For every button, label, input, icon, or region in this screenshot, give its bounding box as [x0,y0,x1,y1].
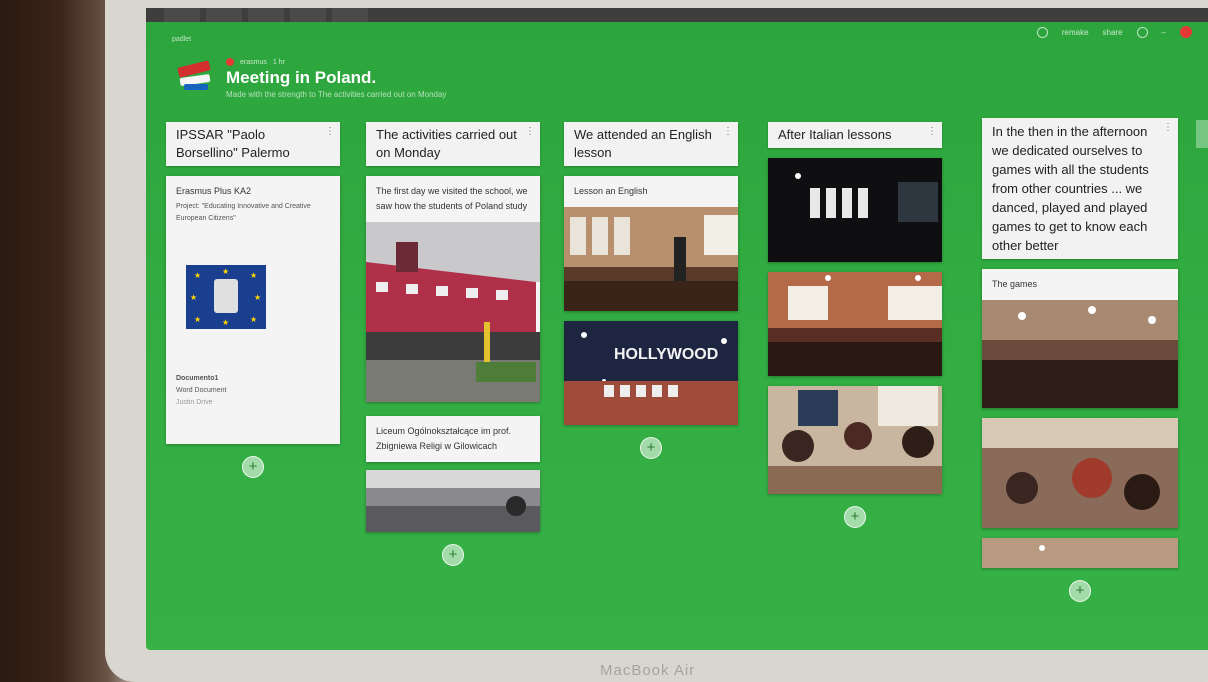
author-avatar [226,58,234,66]
column-title: We attended an English lesson [574,127,712,160]
board-title: Meeting in Poland. [226,68,377,87]
laptop-brand-text: MacBook Air [600,662,696,679]
column-italian-lessons: After Italian lessons ⋮ + [768,122,942,528]
settings-circle-icon[interactable] [1036,26,1048,38]
books-logo-icon [176,58,214,92]
author-time: 1 hr [272,58,285,66]
column-title: After Italian lessons [778,127,892,142]
hall-photo [982,538,1178,568]
horizontal-scroll-handle[interactable] [1196,120,1208,148]
column-title: In the then in the afternoon we dedicate… [992,124,1149,253]
column-english-lesson: We attended an English lesson ⋮ Lesson a… [564,122,738,459]
home-link[interactable]: padlet [172,36,191,43]
column-header[interactable]: In the then in the afternoon we dedicate… [982,118,1178,259]
column-header[interactable]: IPSSAR "Paolo Borsellino" Palermo ⋮ [166,122,340,166]
school-building-photo [366,222,540,402]
browser-tab-strip [146,8,1208,22]
browser-tab[interactable] [332,8,368,22]
post-card[interactable]: The games [982,269,1178,408]
column-afternoon-games: In the then in the afternoon we dedicate… [982,118,1178,602]
avatar[interactable] [1180,26,1192,38]
post-card[interactable]: Lesson an English [564,176,738,311]
column-header[interactable]: After Italian lessons ⋮ [768,122,942,148]
kebab-menu-icon[interactable]: ⋮ [1163,123,1173,133]
post-card[interactable]: Erasmus Plus KA2 Project: "Educating Inn… [166,176,340,444]
add-post-button[interactable]: + [242,456,264,478]
post-card[interactable] [768,386,942,494]
game-photo [982,418,1178,528]
top-toolbar: remake share – [1036,26,1192,38]
post-card[interactable] [366,470,540,532]
card-title: Lesson an English [574,186,648,196]
attachment-name: Documento1 [176,375,219,382]
column-title: IPSSAR "Paolo Borsellino" Palermo [176,127,290,160]
dark-room-photo [768,158,942,262]
kebab-menu-icon[interactable]: ⋮ [525,127,535,137]
gym-photo [366,470,540,532]
add-post-button[interactable]: + [442,544,464,566]
post-card[interactable] [982,538,1178,568]
column-header[interactable]: The activities carried out on Monday ⋮ [366,122,540,166]
sign-text: HOLLYWOOD [614,346,718,363]
post-card[interactable]: HOLLYWOOD [564,321,738,425]
post-card[interactable]: Liceum Ogólnokształcące im prof. Zbignie… [366,416,540,462]
column-title: The activities carried out on Monday [376,127,517,160]
add-post-button[interactable]: + [1069,580,1091,602]
kebab-menu-icon[interactable]: ⋮ [927,127,937,137]
browser-tab[interactable] [248,8,284,22]
screen: padlet remake share – erasmus 1 hr Meeti… [146,8,1208,650]
author-line: erasmus 1 hr [226,58,446,66]
column-ipssar: IPSSAR "Paolo Borsellino" Palermo ⋮ Eras… [166,122,340,478]
share-button[interactable]: share [1103,28,1123,37]
gear-icon[interactable] [1136,26,1148,38]
post-card[interactable] [768,158,942,262]
attachment-type: Word Document [176,387,227,394]
erasmus-flag-image: ★ ★ ★ ★ ★ ★ ★ ★ [186,265,266,329]
post-card[interactable]: The first day we visited the school, we … [366,176,540,402]
remake-button[interactable]: remake [1062,28,1089,37]
post-card[interactable] [982,418,1178,528]
card-body: Project: "Educating Innovative and Creat… [176,203,311,222]
classroom-photo [564,207,738,311]
board-subtitle: Made with the strength to The activities… [226,90,447,99]
students-photo [768,386,942,494]
column-monday: The activities carried out on Monday ⋮ T… [366,122,540,566]
kebab-menu-icon[interactable]: ⋮ [325,127,335,137]
add-post-button[interactable]: + [844,506,866,528]
hollywood-photo: HOLLYWOOD [564,321,738,425]
add-post-button[interactable]: + [640,437,662,459]
card-title: Erasmus Plus KA2 [176,186,252,196]
card-text: The first day we visited the school, we … [376,186,528,211]
kebab-menu-icon[interactable]: ⋮ [723,127,733,137]
dining-room-photo [768,272,942,376]
more-icon[interactable]: – [1162,28,1166,37]
column-header[interactable]: We attended an English lesson ⋮ [564,122,738,166]
post-card[interactable] [768,272,942,376]
dance-hall-photo [982,300,1178,408]
card-title: The games [992,279,1038,289]
board-header: erasmus 1 hr Meeting in Poland. Made wit… [176,58,446,99]
card-text: Liceum Ogólnokształcące im prof. Zbignie… [376,426,512,451]
browser-tab[interactable] [290,8,326,22]
author-name: erasmus [240,58,267,66]
attachment-source: Justin Drive [176,399,213,406]
browser-tab[interactable] [206,8,242,22]
browser-tab[interactable] [164,8,200,22]
